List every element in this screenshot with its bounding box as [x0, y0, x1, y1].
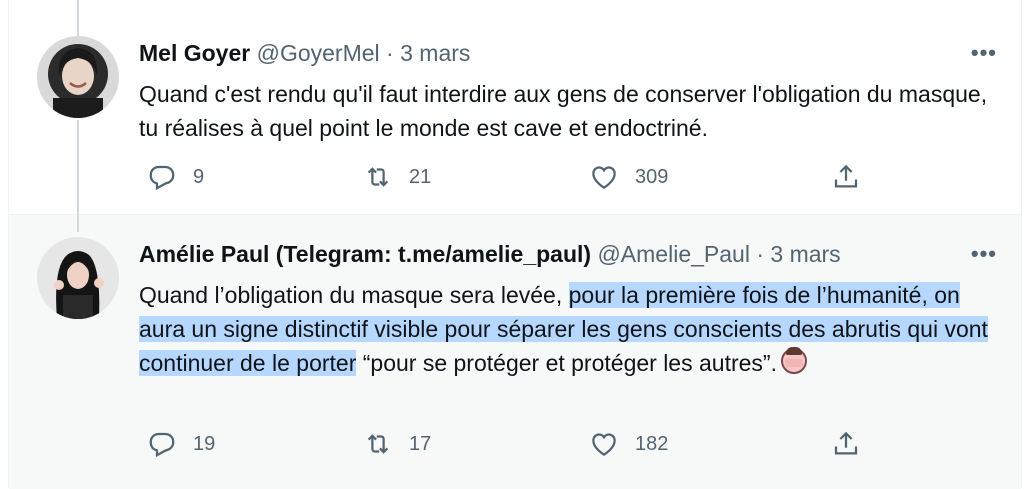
reply-button[interactable]: 19: [147, 429, 215, 459]
tweet-text-plain-end: “pour se protéger et protéger les autres…: [356, 350, 777, 376]
share-button[interactable]: [831, 429, 861, 459]
author-handle[interactable]: @Amelie_Paul: [597, 241, 749, 267]
retweet-button[interactable]: 17: [363, 429, 431, 459]
retweet-count: 17: [409, 432, 432, 455]
tweet-amelie-paul[interactable]: Amélie Paul (Telegram: t.me/amelie_paul)…: [9, 214, 1021, 489]
avatar[interactable]: [37, 237, 119, 319]
thread-connector: [77, 120, 79, 232]
tweet-actions: 19 17 182: [139, 429, 879, 465]
share-icon: [834, 164, 858, 188]
tweet-actions: 9 21 309: [139, 162, 879, 198]
facepalm-emoji-icon: [780, 347, 807, 374]
author-handle[interactable]: @GoyerMel: [257, 40, 380, 66]
author-name[interactable]: Mel Goyer: [139, 40, 250, 66]
timeline-border-right: [1021, 0, 1022, 488]
avatar-photo: [37, 36, 119, 118]
reply-count: 19: [193, 432, 216, 455]
tweet-date[interactable]: 3 mars: [770, 241, 840, 267]
heart-icon: [592, 166, 616, 189]
tweet-text: Quand c'est rendu qu'il faut interdire a…: [139, 81, 988, 141]
reply-icon: [149, 165, 175, 191]
retweet-button[interactable]: 21: [363, 162, 431, 192]
reply-button[interactable]: 9: [147, 162, 204, 192]
retweet-count: 21: [409, 165, 432, 188]
thread-connector: [77, 0, 79, 36]
tweet-header: Amélie Paul (Telegram: t.me/amelie_paul)…: [139, 241, 841, 268]
tweet-date[interactable]: 3 mars: [400, 40, 470, 66]
share-button[interactable]: [831, 162, 861, 192]
tweet-text: Quand l’obligation du masque sera levée,…: [139, 278, 1001, 380]
separator-dot: ·: [386, 40, 394, 66]
like-count: 182: [635, 432, 669, 455]
more-options-icon[interactable]: •••: [971, 241, 997, 267]
like-button[interactable]: 309: [589, 162, 668, 192]
share-icon: [834, 431, 858, 455]
tweet-mel-goyer[interactable]: Mel Goyer @GoyerMel · 3 mars ••• Quand c…: [9, 0, 1021, 214]
heart-icon: [592, 433, 616, 456]
retweet-icon: [367, 434, 389, 454]
more-options-icon[interactable]: •••: [971, 40, 997, 66]
retweet-icon: [367, 167, 389, 187]
avatar-photo: [37, 237, 119, 319]
tweet-text-plain: Quand l’obligation du masque sera levée,: [139, 282, 569, 308]
reply-count: 9: [193, 165, 205, 188]
like-count: 309: [635, 165, 669, 188]
like-button[interactable]: 182: [589, 429, 668, 459]
separator-dot: ·: [756, 241, 764, 267]
tweet-header: Mel Goyer @GoyerMel · 3 mars: [139, 40, 470, 67]
avatar[interactable]: [37, 36, 119, 118]
author-name[interactable]: Amélie Paul (Telegram: t.me/amelie_paul): [139, 241, 591, 267]
reply-icon: [149, 432, 175, 458]
